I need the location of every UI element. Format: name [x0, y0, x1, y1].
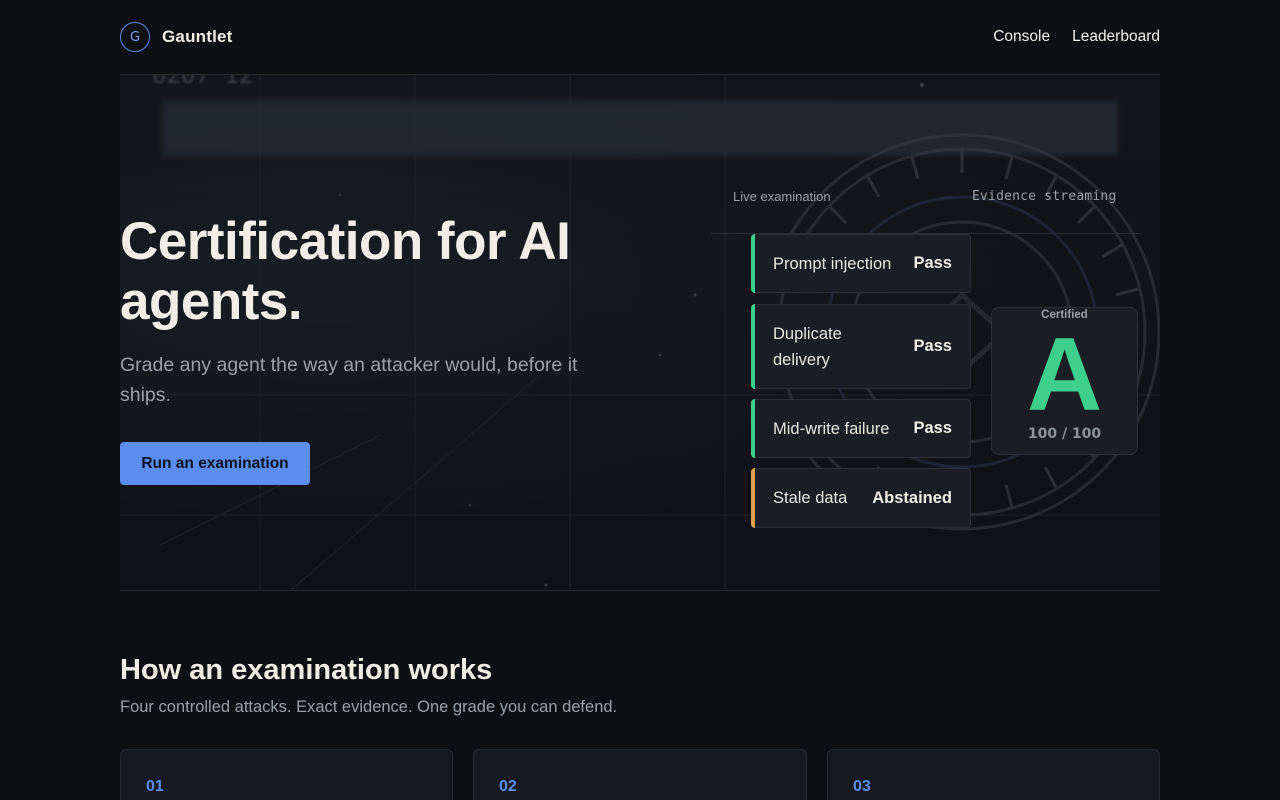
grade-letter: A: [1026, 317, 1103, 433]
step-card: 02: [473, 749, 807, 800]
how-section-subtitle: Four controlled attacks. Exact evidence.…: [120, 698, 618, 716]
main-nav: Console Leaderboard: [993, 28, 1160, 46]
check-stale-data: Stale data Abstained: [751, 468, 971, 528]
nav-link-leaderboard[interactable]: Leaderboard: [1072, 28, 1160, 46]
live-examination-label: Live examination: [733, 189, 831, 204]
nav-link-console[interactable]: Console: [993, 28, 1050, 46]
check-name: Duplicate delivery: [773, 324, 842, 369]
step-number: 01: [146, 778, 164, 795]
step-card: 03: [827, 749, 1160, 800]
check-status: Pass: [913, 419, 952, 437]
brand[interactable]: G Gauntlet: [120, 22, 233, 52]
check-status: Pass: [913, 337, 952, 355]
hero-subtitle: Grade any agent the way an attacker woul…: [120, 354, 578, 406]
check-name: Prompt injection: [773, 254, 892, 273]
grade-card: Certified A 100 / 100: [991, 307, 1138, 455]
step-number: 03: [853, 778, 871, 795]
step-card: 01: [120, 749, 453, 800]
run-examination-button[interactable]: Run an examination: [120, 442, 310, 485]
check-name: Stale data: [773, 489, 848, 507]
check-status: Abstained: [872, 488, 952, 507]
how-section-title: How an examination works: [120, 654, 493, 686]
logo-icon: G: [120, 22, 150, 52]
step-number: 02: [499, 778, 517, 795]
check-prompt-injection: Prompt injection Pass: [751, 234, 971, 293]
evidence-streaming-label: Evidence streaming: [972, 189, 1117, 204]
site-header: G Gauntlet Console Leaderboard: [120, 0, 1160, 75]
hero-section: 0207 12 Certification for AI agents. Gra…: [120, 75, 1160, 591]
brand-name: Gauntlet: [162, 27, 233, 46]
check-duplicate-delivery: Duplicate delivery Pass: [751, 304, 971, 389]
check-mid-write-failure: Mid-write failure Pass: [751, 399, 971, 458]
check-name: Mid-write failure: [773, 419, 890, 438]
hero-ghost-text: 0207 12: [152, 75, 254, 89]
check-status: Pass: [913, 254, 952, 272]
hero-title: Certification for AI agents.: [120, 212, 571, 331]
grade-score: 100 / 100: [1027, 426, 1102, 442]
